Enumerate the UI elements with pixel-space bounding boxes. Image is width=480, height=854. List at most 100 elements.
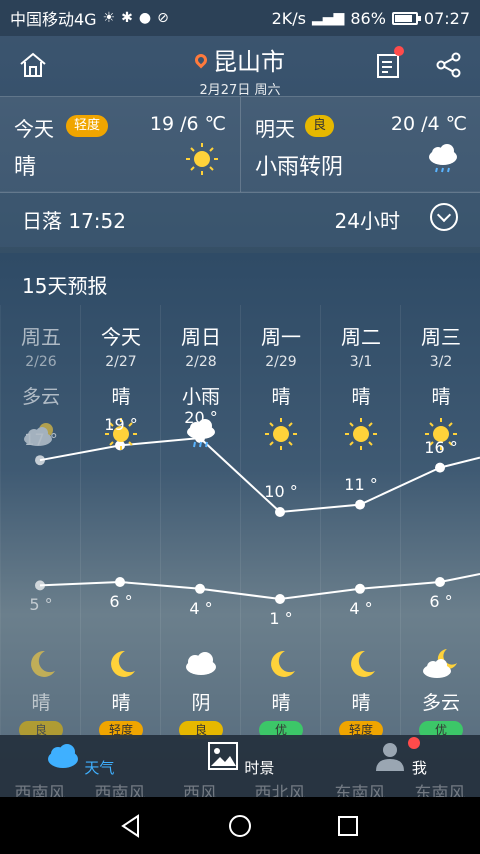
chevron-down-icon[interactable] (430, 203, 458, 231)
high-temp-label: 20 ° (184, 408, 218, 427)
night-condition: 晴 (351, 692, 371, 714)
nav-weather-label: 天气 (84, 759, 115, 777)
app-notification-icon: ✱ (121, 10, 133, 26)
day-condition: 小雨 (181, 386, 220, 408)
bottom-navigation: 天气 时景 我 西南风 西南风 西风 西北风 东南风 东南风 (0, 735, 480, 804)
location-pin-icon (192, 51, 210, 68)
moon-icon (271, 650, 295, 677)
rain-cloud-icon (429, 144, 457, 173)
day-date: 2/29 (265, 354, 297, 370)
moon-icon (351, 650, 375, 677)
night-condition: 多云 (421, 692, 460, 714)
night-condition: 阴 (191, 692, 211, 714)
day-name: 周三 (421, 325, 461, 349)
today-aqi-badge: 轻度 (66, 115, 109, 137)
forecast-title: 15天预报 (22, 274, 108, 298)
tomorrow-label: 明天 (255, 117, 295, 141)
no-disturb-icon: ⊘ (157, 10, 169, 26)
day-condition: 多云 (21, 386, 60, 408)
day-condition: 晴 (431, 386, 451, 408)
high-temp-label: 10 ° (264, 482, 298, 501)
forecast-day[interactable]: 周一 2/29 晴 10 ° 1 ° 晴优 (240, 305, 321, 739)
today-condition: 晴 (14, 155, 37, 180)
sun-icon (186, 143, 218, 175)
low-temp-label: 4 ° (349, 598, 373, 618)
hourly-forecast-link[interactable]: 24小时 (335, 205, 400, 234)
battery-percent: 86% (350, 8, 386, 28)
day-name: 今天 (101, 325, 141, 349)
today-label: 今天 (14, 117, 54, 141)
nav-me[interactable]: 我 (360, 741, 440, 778)
sun-icon (345, 418, 377, 450)
recents-icon[interactable] (335, 813, 361, 839)
day-date: 3/1 (349, 354, 373, 370)
low-temp-label: 1 ° (269, 609, 293, 628)
high-temp-label: 17 ° (24, 430, 58, 450)
tomorrow-condition: 小雨转阴 (255, 155, 344, 180)
nav-scenery[interactable]: 时景 (200, 741, 280, 778)
high-temp-label: 11 ° (344, 474, 378, 494)
day-name: 周日 (181, 325, 221, 349)
low-temp-label: 5 ° (29, 595, 53, 615)
day-condition: 晴 (271, 386, 291, 408)
sun-status-icon: ☀ (102, 10, 116, 26)
home-circle-icon[interactable] (227, 813, 253, 839)
back-icon[interactable] (118, 813, 144, 839)
system-navigation-bar (0, 797, 480, 854)
day-condition: 晴 (351, 386, 371, 408)
cloud-icon (186, 652, 216, 675)
header: 昆山市 2月27日 周六 (0, 36, 480, 98)
forecast-day[interactable]: 周日 2/28 小雨 20 ° 4 ° 阴良 (160, 305, 241, 739)
sun-icon (265, 418, 297, 450)
low-temp-label: 6 ° (429, 592, 453, 611)
clock: 07:27 (423, 8, 470, 28)
tomorrow-temp: 20 /4 ℃ (390, 113, 467, 135)
forecast-day[interactable]: 周二 3/1 晴 11 ° 4 ° 晴轻度 (320, 305, 401, 739)
network-speed: 2K/s (271, 8, 307, 28)
night-condition: 晴 (111, 692, 131, 714)
image-icon (207, 742, 238, 770)
forecast-day[interactable]: 周三 3/2 晴 16 ° 6 ° 多云优 (400, 305, 480, 739)
high-temp-label: 19 ° (104, 415, 138, 435)
moon-icon (31, 650, 55, 677)
day-name: 周二 (341, 325, 381, 349)
night-condition: 晴 (271, 692, 291, 714)
forecast-grid: 周五 2/26 多云 17 ° 5 ° 晴良今天 2/27 晴 19 ° 6 ° 晴轻度 周日 2/28… (0, 305, 480, 739)
city-name: 昆山市 (213, 48, 285, 76)
sunset-row[interactable]: 日落 17:52 24小时 (0, 191, 480, 253)
forecast-day[interactable]: 周五 2/26 多云 17 ° 5 ° 晴良 (0, 305, 81, 739)
day-condition: 晴 (111, 386, 131, 408)
day-date: 2/28 (185, 354, 217, 370)
day-name: 周一 (261, 325, 301, 349)
tomorrow-aqi-badge: 良 (305, 115, 335, 137)
city-selector[interactable]: 昆山市 2月27日 周六 (0, 42, 480, 98)
status-bar: 中国移动4G ☀ ✱ ● ⊘ 2K/s ▂▄▆ 86% 07:27 (0, 0, 480, 36)
battery-icon (391, 11, 421, 25)
tomorrow-card[interactable]: 明天 良 20 /4 ℃ 小雨转阴 (241, 97, 480, 192)
share-icon[interactable] (434, 50, 464, 80)
moon-icon (111, 650, 135, 677)
me-notification-dot (408, 737, 420, 749)
wechat-icon: ● (138, 10, 152, 26)
cloud-icon (47, 744, 78, 768)
forecast-day[interactable]: 今天 2/27 晴 19 ° 6 ° 晴轻度 (80, 305, 161, 739)
high-temp-label: 16 ° (424, 437, 458, 457)
user-icon (376, 743, 405, 771)
day-date: 3/2 (429, 354, 453, 370)
day-date: 2/27 (105, 354, 137, 370)
today-card[interactable]: 今天 轻度 19 /6 ℃ 晴 (0, 97, 240, 192)
today-temp: 19 /6 ℃ (149, 113, 226, 135)
today-tomorrow-panel: 今天 轻度 19 /6 ℃ 晴 明天 良 20 /4 ℃ 小雨转阴 (0, 96, 480, 193)
low-temp-label: 6 ° (109, 592, 133, 611)
night-condition: 晴 (31, 692, 51, 714)
news-notification-dot (394, 46, 404, 56)
day-date: 2/26 (25, 354, 57, 370)
nav-weather[interactable]: 天气 (40, 741, 120, 778)
cloudy-night-icon (423, 649, 457, 678)
low-temp-label: 4 ° (189, 598, 213, 618)
nav-me-label: 我 (411, 759, 427, 777)
day-name: 周五 (21, 325, 61, 349)
signal-icon: ▂▄▆ (312, 10, 345, 26)
carrier-label: 中国移动4G (10, 10, 97, 29)
nav-scenery-label: 时景 (244, 759, 275, 777)
